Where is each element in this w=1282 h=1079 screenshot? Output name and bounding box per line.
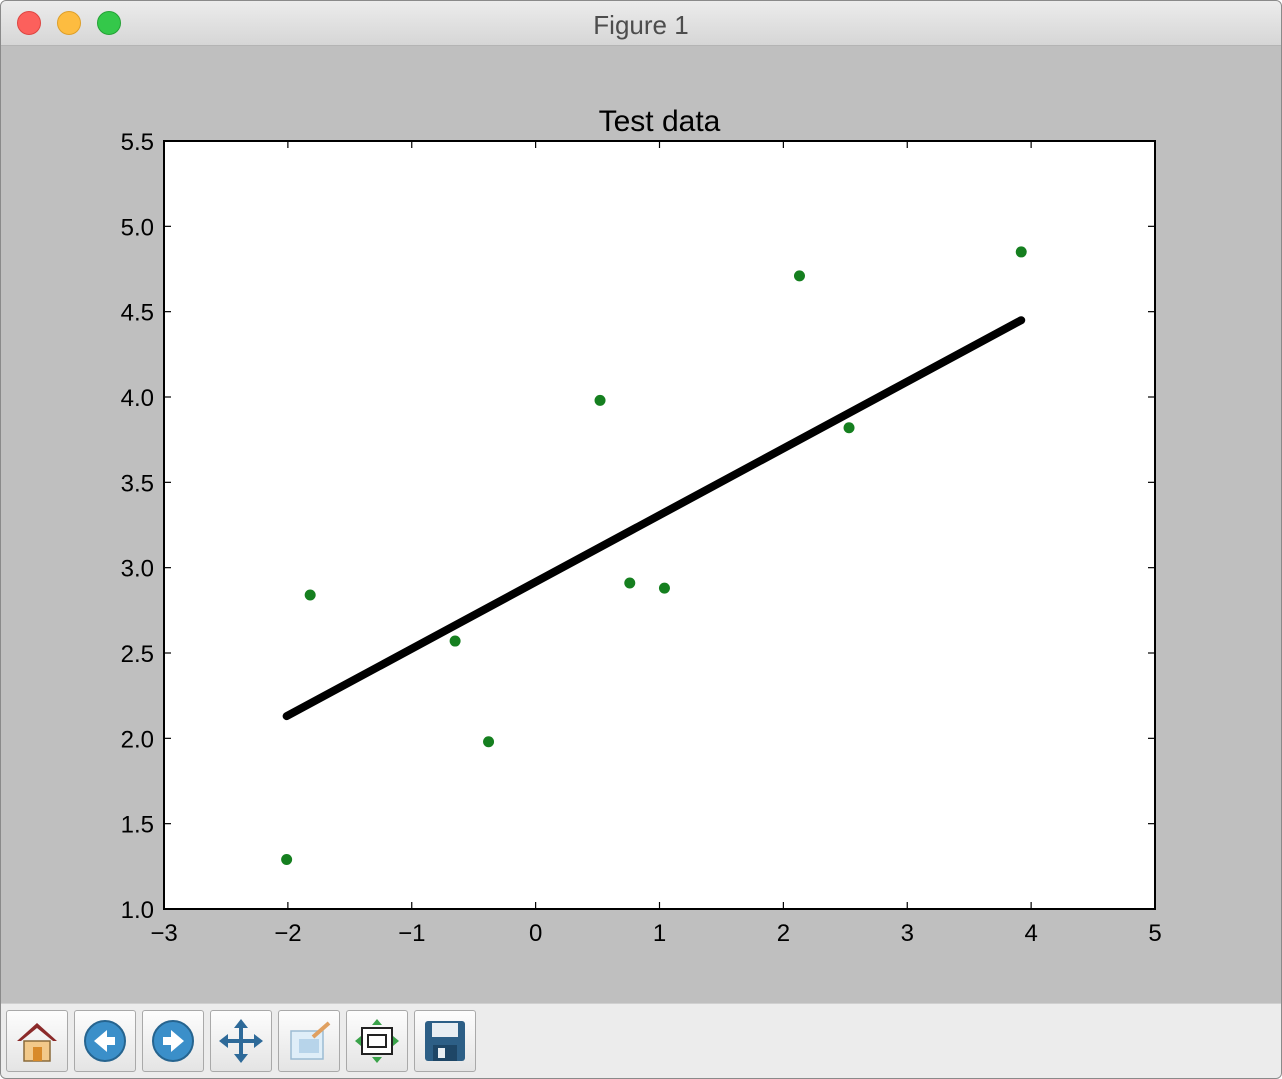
back-button[interactable]: [74, 1010, 136, 1072]
y-tick-label: 2.5: [121, 641, 154, 668]
title-bar[interactable]: Figure 1: [1, 1, 1281, 46]
data-point: [281, 854, 293, 866]
data-point: [843, 422, 855, 434]
y-tick-label: 4.0: [121, 385, 154, 412]
data-point: [483, 736, 495, 748]
y-tick-label: 4.5: [121, 300, 154, 327]
data-point: [624, 577, 636, 589]
x-tick-label: 0: [529, 920, 542, 947]
back-icon: [84, 1020, 126, 1062]
x-tick-label: 1: [653, 920, 666, 947]
pan-button[interactable]: [210, 1010, 272, 1072]
forward-icon: [152, 1020, 194, 1062]
chart-title: Test data: [599, 105, 721, 138]
zoom-icon: [290, 1021, 331, 1060]
figure-window: Figure 1 Test data −3 −2 −1 0 1 2 3 4 5 1.0 1.5 2.0 2…: [0, 0, 1282, 1079]
y-tick-label: 1.5: [121, 812, 154, 839]
navigation-toolbar: [1, 1003, 1281, 1078]
y-tick-label: 2.0: [121, 726, 154, 753]
x-tick-label: 5: [1148, 920, 1161, 947]
save-button[interactable]: [414, 1010, 476, 1072]
plot-area: [164, 141, 1155, 909]
home-button[interactable]: [6, 1010, 68, 1072]
data-point: [594, 394, 606, 406]
data-point: [449, 635, 461, 647]
scatter-chart: Test data −3 −2 −1 0 1 2 3 4 5 1.0 1.5 2.0 2.5 3.0 3.5 4…: [121, 105, 1162, 947]
x-tick-label: −3: [150, 920, 177, 947]
y-tick-label: 1.0: [121, 897, 154, 924]
data-point: [304, 589, 316, 601]
data-point: [1015, 246, 1027, 258]
y-tick-label: 3.0: [121, 556, 154, 583]
save-icon: [425, 1021, 465, 1061]
pan-icon: [219, 1019, 263, 1063]
x-tick-label: −1: [398, 920, 425, 947]
figure-canvas: Test data −3 −2 −1 0 1 2 3 4 5 1.0 1.5 2.0 2.5 3.0 3.5 4…: [1, 46, 1281, 1003]
data-point: [658, 582, 670, 594]
zoom-button[interactable]: [278, 1010, 340, 1072]
subplots-button[interactable]: [346, 1010, 408, 1072]
data-point: [793, 270, 805, 282]
y-tick-label: 5.0: [121, 214, 154, 241]
x-tick-label: 4: [1024, 920, 1037, 947]
window-title: Figure 1: [593, 10, 689, 40]
subplots-icon: [355, 1019, 399, 1063]
x-tick-label: −2: [274, 920, 301, 947]
y-tick-label: 5.5: [121, 129, 154, 156]
forward-button[interactable]: [142, 1010, 204, 1072]
x-tick-label: 3: [901, 920, 914, 947]
y-tick-label: 3.5: [121, 470, 154, 497]
home-icon: [17, 1023, 57, 1062]
x-tick-label: 2: [777, 920, 790, 947]
